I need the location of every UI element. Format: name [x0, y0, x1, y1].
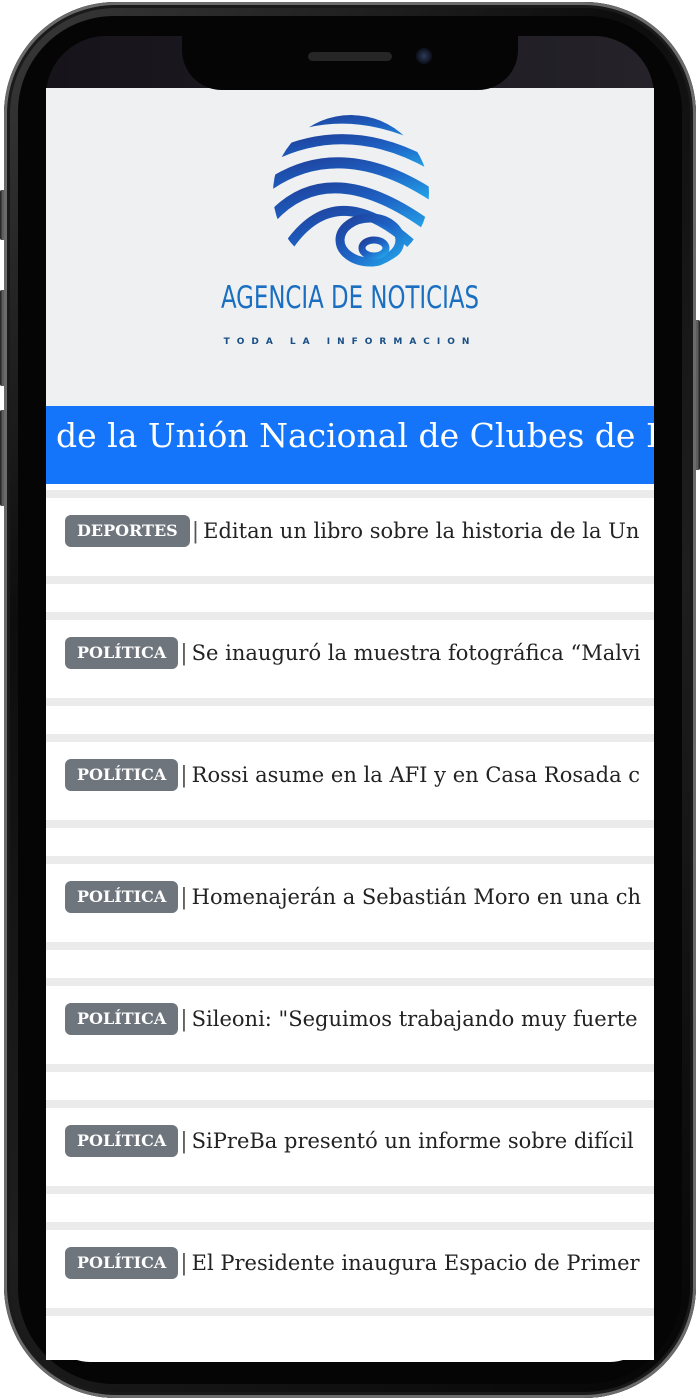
front-camera-icon — [416, 48, 432, 64]
list-item[interactable]: POLÍTICA | Rossi asume en la AFI y en Ca… — [46, 728, 654, 850]
headline-link[interactable]: Editan un libro sobre la historia de la … — [203, 519, 639, 543]
list-item[interactable]: POLÍTICA | Sileoni: "Seguimos trabajando… — [46, 972, 654, 1094]
headline-link[interactable]: SiPreBa presentó un informe sobre difíci… — [192, 1129, 634, 1153]
phone-screen: AGENCIA DE NOTICIAS TODA LA INFORMACION … — [46, 88, 654, 1360]
brand-tagline: TODA LA INFORMACION — [223, 337, 477, 347]
headline-link[interactable]: Homenajerán a Sebastián Moro en una ch — [192, 885, 641, 909]
category-badge[interactable]: POLÍTICA — [65, 1003, 179, 1035]
headline-link[interactable]: Se inauguró la muestra fotográfica “Malv… — [192, 641, 641, 665]
headline-link[interactable]: Sileoni: "Seguimos trabajando muy fuerte — [192, 1007, 638, 1031]
title-separator: | — [191, 518, 200, 544]
ticker-text[interactable]: de la Unión Nacional de Clubes de B — [56, 416, 654, 455]
divider — [46, 576, 654, 584]
title-separator: | — [180, 640, 188, 666]
divider — [46, 698, 654, 706]
site-header: AGENCIA DE NOTICIAS TODA LA INFORMACION — [46, 88, 654, 406]
divider — [46, 1064, 654, 1072]
list-item[interactable]: POLÍTICA | SiPreBa presentó un informe s… — [46, 1094, 654, 1216]
divider — [46, 1308, 654, 1316]
headline-link[interactable]: Rossi asume en la AFI y en Casa Rosada c — [192, 763, 640, 787]
category-badge[interactable]: DEPORTES — [65, 515, 190, 547]
news-ticker[interactable]: de la Unión Nacional de Clubes de B — [46, 406, 654, 484]
divider — [46, 734, 654, 742]
divider — [46, 1186, 654, 1194]
speaker — [308, 52, 392, 61]
title-separator: | — [180, 1128, 188, 1154]
globe-stripes-icon[interactable] — [270, 112, 432, 274]
divider — [46, 612, 654, 620]
divider — [46, 490, 654, 498]
divider — [46, 856, 654, 864]
headline-link[interactable]: El Presidente inaugura Espacio de Primer — [192, 1251, 640, 1275]
list-item[interactable]: POLÍTICA | Homenajerán a Sebastián Moro … — [46, 850, 654, 972]
title-separator: | — [180, 884, 188, 910]
phone-frame: AGENCIA DE NOTICIAS TODA LA INFORMACION … — [0, 0, 700, 1400]
divider — [46, 1100, 654, 1108]
list-item[interactable]: POLÍTICA | Se inauguró la muestra fotogr… — [46, 606, 654, 728]
divider — [46, 978, 654, 986]
divider — [46, 820, 654, 828]
category-badge[interactable]: POLÍTICA — [65, 637, 179, 669]
category-badge[interactable]: POLÍTICA — [65, 881, 179, 913]
category-badge[interactable]: POLÍTICA — [65, 1125, 179, 1157]
title-separator: | — [180, 762, 188, 788]
category-badge[interactable]: POLÍTICA — [65, 759, 179, 791]
category-badge[interactable]: POLÍTICA — [65, 1247, 179, 1279]
list-item[interactable]: DEPORTES | Editan un libro sobre la hist… — [46, 484, 654, 606]
list-item[interactable]: POLÍTICA | El Presidente inaugura Espaci… — [46, 1216, 654, 1338]
brand-name[interactable]: AGENCIA DE NOTICIAS — [101, 280, 600, 316]
title-separator: | — [180, 1006, 188, 1032]
title-separator: | — [180, 1250, 188, 1276]
divider — [46, 942, 654, 950]
divider — [46, 1222, 654, 1230]
